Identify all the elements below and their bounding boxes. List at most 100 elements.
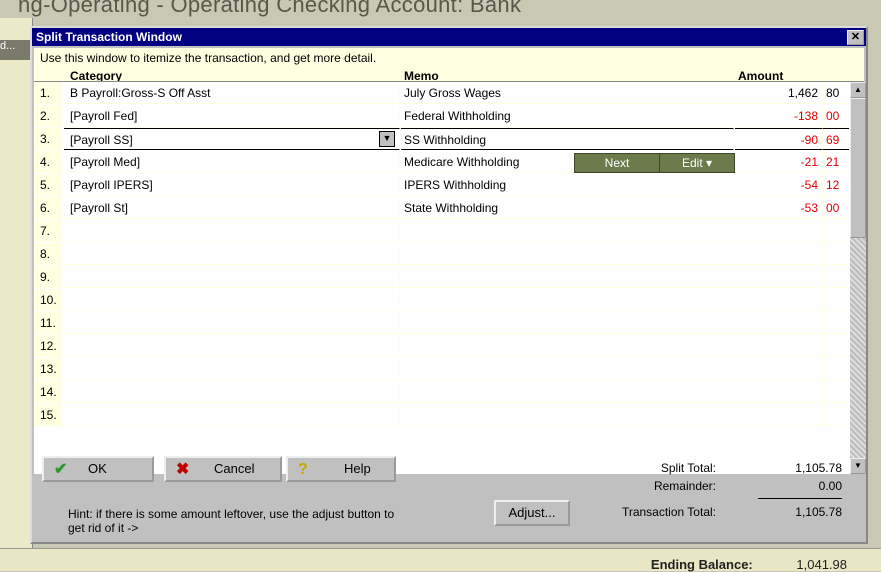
cents-cell[interactable]: 21 <box>823 151 849 173</box>
close-icon[interactable]: ✕ <box>847 30 864 45</box>
dialog-title-bar[interactable]: Split Transaction Window ✕ <box>32 28 866 46</box>
category-cell[interactable]: B Payroll:Gross-S Off Asst <box>64 82 400 104</box>
memo-cell[interactable] <box>401 404 734 426</box>
amount-cell[interactable] <box>735 381 823 403</box>
table-row[interactable]: 12. <box>34 335 850 357</box>
amount-cell[interactable]: -53 <box>735 197 823 219</box>
row-number: 6. <box>34 197 62 219</box>
table-row[interactable]: 15. <box>34 404 850 426</box>
category-cell[interactable]: [Payroll Med] <box>64 151 400 173</box>
question-mark-icon: ? <box>298 461 308 478</box>
memo-cell[interactable]: State Withholding <box>401 197 734 219</box>
category-cell[interactable] <box>64 289 400 311</box>
amount-cell[interactable]: -90 <box>735 128 823 150</box>
cents-cell[interactable] <box>823 266 849 288</box>
split-grid: 1. B Payroll:Gross-S Off Asst July Gross W… <box>34 81 864 474</box>
category-cell[interactable] <box>64 381 400 403</box>
x-icon: ✖ <box>176 461 190 478</box>
scroll-thumb[interactable] <box>850 98 866 238</box>
register-side-tab[interactable]: d... <box>0 40 30 60</box>
dialog-title: Split Transaction Window <box>36 30 182 44</box>
memo-cell[interactable] <box>401 381 734 403</box>
row-number: 8. <box>34 243 62 265</box>
memo-cell[interactable] <box>401 220 734 242</box>
ok-button[interactable]: ✔ OK <box>42 456 154 482</box>
table-row[interactable]: 1. B Payroll:Gross-S Off Asst July Gross W… <box>34 82 850 104</box>
cents-cell[interactable]: 12 <box>823 174 849 196</box>
amount-cell[interactable]: -54 <box>735 174 823 196</box>
edit-button[interactable]: Edit ▾ <box>659 153 735 173</box>
scroll-up-icon[interactable]: ▲ <box>850 82 866 98</box>
amount-cell[interactable] <box>735 289 823 311</box>
table-row[interactable]: 4. [Payroll Med] Medicare Withholding -21 21… <box>34 151 850 173</box>
amount-cell[interactable]: 1,462 <box>735 82 823 104</box>
scroll-track[interactable] <box>850 238 866 458</box>
row-number: 14. <box>34 381 62 403</box>
scroll-down-icon[interactable]: ▼ <box>850 458 866 474</box>
table-row[interactable]: 11. <box>34 312 850 334</box>
category-cell[interactable]: [Payroll Fed] <box>64 105 400 127</box>
amount-cell[interactable] <box>735 335 823 357</box>
cents-cell[interactable] <box>823 358 849 380</box>
category-cell[interactable] <box>64 312 400 334</box>
table-row[interactable]: 7. <box>34 220 850 242</box>
cents-cell[interactable]: 00 <box>823 197 849 219</box>
memo-cell[interactable]: SS Withholding <box>401 128 734 150</box>
category-cell[interactable] <box>64 243 400 265</box>
memo-cell[interactable]: July Gross Wages <box>401 82 734 104</box>
amount-cell[interactable] <box>735 220 823 242</box>
memo-cell[interactable] <box>401 335 734 357</box>
cents-cell[interactable] <box>823 381 849 403</box>
row-number: 5. <box>34 174 62 196</box>
table-row[interactable]: 2. [Payroll Fed] Federal Withholding -138 00 <box>34 105 850 127</box>
amount-cell[interactable] <box>735 312 823 334</box>
cents-cell[interactable]: 69 <box>823 128 849 150</box>
table-row[interactable]: 9. <box>34 266 850 288</box>
adjust-button-label: Adjust... <box>508 505 556 520</box>
amount-cell[interactable]: -138 <box>735 105 823 127</box>
category-cell[interactable] <box>64 220 400 242</box>
cancel-button[interactable]: ✖ Cancel <box>164 456 282 482</box>
amount-cell[interactable]: -21 <box>735 151 823 173</box>
table-row[interactable]: 14. <box>34 381 850 403</box>
cents-cell[interactable]: 00 <box>823 105 849 127</box>
cents-cell[interactable] <box>823 243 849 265</box>
category-cell[interactable]: [Payroll SS] <box>64 128 400 150</box>
table-row[interactable]: 3. [Payroll SS] SS Withholding -90 69 ▼ <box>34 128 850 150</box>
cents-cell[interactable] <box>823 335 849 357</box>
cents-cell[interactable] <box>823 312 849 334</box>
cents-cell[interactable] <box>823 404 849 426</box>
category-cell[interactable] <box>64 358 400 380</box>
table-row[interactable]: 13. <box>34 358 850 380</box>
amount-cell[interactable] <box>735 358 823 380</box>
memo-cell[interactable]: Federal Withholding <box>401 105 734 127</box>
cents-cell[interactable] <box>823 220 849 242</box>
category-cell[interactable] <box>64 404 400 426</box>
split-total-label: Split Total: <box>660 461 716 475</box>
table-row[interactable]: 6. [Payroll St] State Withholding -53 00 <box>34 197 850 219</box>
next-button[interactable]: Next <box>574 153 660 173</box>
memo-cell[interactable] <box>401 289 734 311</box>
register-side-column: d... <box>0 18 33 570</box>
memo-cell[interactable] <box>401 266 734 288</box>
category-cell[interactable] <box>64 266 400 288</box>
category-cell[interactable] <box>64 335 400 357</box>
memo-cell[interactable] <box>401 358 734 380</box>
table-row[interactable]: 5. [Payroll IPERS] IPERS Withholding -54 12 <box>34 174 850 196</box>
grid-scrollbar[interactable]: ▲ ▼ <box>850 82 866 474</box>
help-button[interactable]: ? Help <box>286 456 396 482</box>
memo-cell[interactable] <box>401 243 734 265</box>
category-cell[interactable]: [Payroll IPERS] <box>64 174 400 196</box>
memo-cell[interactable]: IPERS Withholding <box>401 174 734 196</box>
amount-cell[interactable] <box>735 243 823 265</box>
cents-cell[interactable] <box>823 289 849 311</box>
table-row[interactable]: 8. <box>34 243 850 265</box>
category-dropdown-icon[interactable]: ▼ <box>379 131 395 147</box>
adjust-button[interactable]: Adjust... <box>494 500 570 526</box>
cents-cell[interactable]: 80 <box>823 82 849 104</box>
amount-cell[interactable] <box>735 404 823 426</box>
memo-cell[interactable] <box>401 312 734 334</box>
amount-cell[interactable] <box>735 266 823 288</box>
table-row[interactable]: 10. <box>34 289 850 311</box>
category-cell[interactable]: [Payroll St] <box>64 197 400 219</box>
